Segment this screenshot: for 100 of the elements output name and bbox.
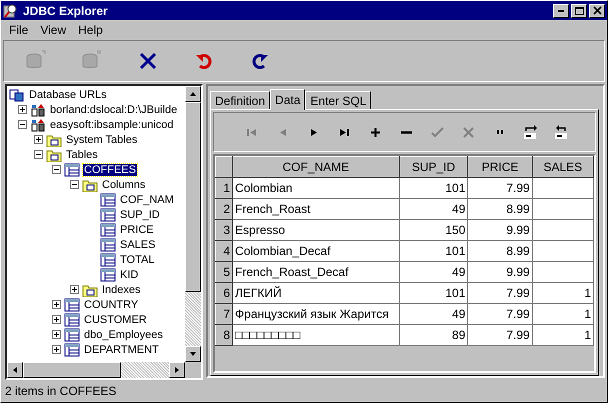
scroll-arrow-button[interactable] <box>185 346 201 362</box>
table-cell: ЛЕГКИЙ <box>232 282 400 304</box>
horizontal-scrollbar[interactable] <box>7 362 185 378</box>
tree-item[interactable]: System Tables <box>65 134 138 146</box>
table-cell: 1 <box>532 282 594 304</box>
table-cell: 49 <box>399 198 468 220</box>
table-icon <box>64 162 80 176</box>
table-cell: Colombian_Decaf <box>232 240 400 262</box>
row-number[interactable]: 6 <box>216 282 233 304</box>
menu-item[interactable]: View <box>36 23 70 37</box>
row-number[interactable]: 4 <box>216 240 233 262</box>
table-cell: 89 <box>399 324 468 346</box>
right-arrow-icon <box>173 366 181 374</box>
tree-item[interactable]: Database URLs <box>28 88 108 100</box>
tree-item[interactable]: KID <box>119 268 140 280</box>
column-header[interactable]: SALES <box>532 156 594 178</box>
tree-item[interactable]: COUNTRY <box>83 298 140 310</box>
database-icon <box>9 88 25 102</box>
column-icon <box>100 208 116 222</box>
tree-item[interactable]: Indexes <box>101 284 142 296</box>
expand-toggle[interactable] <box>52 330 61 339</box>
table-cell: 1 <box>532 324 594 346</box>
row-number[interactable]: 2 <box>216 198 233 220</box>
scroll-arrow-button[interactable] <box>185 86 201 102</box>
expand-toggle[interactable] <box>18 105 27 114</box>
row-number[interactable]: 7 <box>216 304 233 324</box>
app-icon <box>3 2 19 18</box>
server-icon <box>30 102 46 116</box>
scroll-arrow-button[interactable] <box>169 362 185 378</box>
table-cell: French_Roast_Decaf <box>232 262 400 282</box>
scroll-thumb[interactable] <box>185 102 201 292</box>
column-header[interactable]: SUP_ID <box>399 156 468 178</box>
tree-item[interactable]: easysoft:ibsample:unicod <box>49 118 175 130</box>
menu-item[interactable]: File <box>5 23 32 37</box>
refresh-icon <box>554 124 569 140</box>
tree-item[interactable]: DEPARTMENT <box>83 344 160 356</box>
column-icon <box>100 238 116 252</box>
collapse-toggle[interactable] <box>18 120 27 129</box>
row-number[interactable]: 1 <box>216 178 233 198</box>
tree-item[interactable]: COFFEES <box>83 164 137 176</box>
save-icon <box>523 124 538 140</box>
tree-item[interactable]: COF_NAM <box>119 194 175 206</box>
table-icon <box>64 328 80 342</box>
table-cell: 101 <box>399 282 468 304</box>
server-icon <box>30 118 46 132</box>
vertical-scrollbar[interactable] <box>185 86 201 362</box>
table-cell: Espresso <box>232 220 400 240</box>
column-icon <box>100 252 116 266</box>
table-cell: □□□□□□□□□ <box>232 324 400 346</box>
table-cell: 7.99 <box>468 324 532 346</box>
left-arrow-icon <box>11 366 19 374</box>
up-arrow-icon <box>189 90 197 98</box>
column-header[interactable]: PRICE <box>468 156 532 178</box>
tab[interactable]: Data <box>270 89 306 110</box>
minimize-icon <box>558 10 564 12</box>
expand-toggle[interactable] <box>52 315 61 324</box>
menu-item[interactable]: Help <box>74 23 107 37</box>
table-icon <box>64 342 80 356</box>
table-cell: 1 <box>532 304 594 324</box>
table-cell: French_Roast <box>232 198 400 220</box>
collapse-toggle[interactable] <box>70 180 79 189</box>
close-button[interactable] <box>589 4 605 18</box>
tree-item[interactable]: dbo_Employees <box>83 328 164 340</box>
table-cell: 49 <box>399 262 468 282</box>
folder-icon <box>82 178 98 192</box>
tree-item[interactable]: CUSTOMER <box>83 314 148 326</box>
column-header[interactable]: COF_NAME <box>232 156 400 178</box>
tab[interactable]: Definition <box>210 91 270 109</box>
tree-item[interactable]: PRICE <box>119 224 155 236</box>
row-number[interactable]: 8 <box>216 324 233 346</box>
tree-item[interactable]: SUP_ID <box>119 208 161 220</box>
window-title: JDBC Explorer <box>23 4 109 18</box>
expand-toggle[interactable] <box>52 345 61 354</box>
expand-toggle[interactable] <box>34 135 43 144</box>
table-cell: 7.99 <box>468 282 532 304</box>
column-icon <box>100 192 116 206</box>
folder-icon <box>46 132 62 146</box>
down-arrow-icon <box>189 350 197 358</box>
table-cell: 150 <box>399 220 468 240</box>
tree-item[interactable]: borland:dslocal:D:\JBuilde <box>49 104 178 116</box>
expand-toggle[interactable] <box>52 300 61 309</box>
row-number[interactable]: 5 <box>216 262 233 282</box>
minimize-button[interactable] <box>553 4 569 18</box>
table-cell: 101 <box>399 240 468 262</box>
scroll-thumb[interactable] <box>23 362 121 378</box>
tree-item[interactable]: Tables <box>65 148 99 160</box>
table-cell: 49 <box>399 304 468 324</box>
table-cell: Французский язык Жарится <box>232 304 400 324</box>
maximize-button[interactable] <box>571 4 587 18</box>
status-bar-text: 2 items in COFFEES <box>4 383 118 400</box>
expand-toggle[interactable] <box>70 285 79 294</box>
collapse-toggle[interactable] <box>52 165 61 174</box>
row-number[interactable]: 3 <box>216 220 233 240</box>
tree-item[interactable]: SALES <box>119 238 156 250</box>
tab[interactable]: Enter SQL <box>305 91 372 109</box>
tree-item[interactable]: TOTAL <box>119 254 156 266</box>
collapse-toggle[interactable] <box>34 150 43 159</box>
table-cell: Colombian <box>232 178 400 198</box>
scroll-arrow-button[interactable] <box>7 362 23 378</box>
tree-item[interactable]: Columns <box>101 178 146 190</box>
